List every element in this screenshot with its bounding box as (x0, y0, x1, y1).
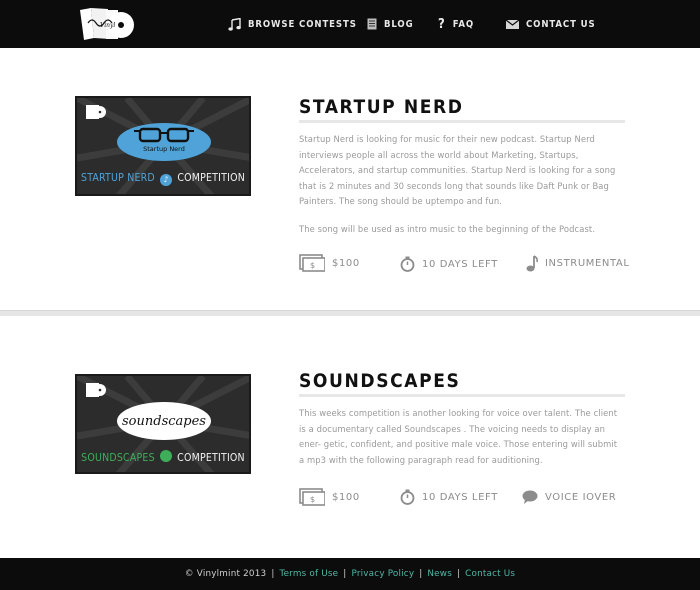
footer-link-news[interactable]: News (427, 569, 452, 579)
stopwatch-icon (400, 489, 415, 505)
time-left-text: 10 DAYS LEFT (422, 258, 498, 270)
contest-title[interactable]: SOUNDSCAPES (299, 370, 460, 392)
contest-thumbnail-caption: STARTUP NERD ♪ COMPETITION (77, 172, 249, 186)
document-icon (367, 18, 377, 30)
footer-separator: | (271, 569, 275, 579)
music-note-icon (228, 17, 241, 31)
title-underline (299, 120, 625, 123)
svg-text:$: $ (310, 261, 316, 270)
question-icon: ? (438, 16, 446, 32)
prize-amount: $100 (332, 257, 360, 269)
svg-text:Vinyl: Vinyl (100, 22, 115, 29)
footer-separator: | (456, 569, 461, 579)
money-bill-icon: $ (299, 488, 325, 506)
speech-bubble-circle-icon (159, 450, 172, 462)
caption-name: SOUNDSCAPES (81, 452, 155, 464)
prize-meta: $ $100 (299, 254, 360, 272)
category-meta: VOICE IOVER (522, 490, 616, 505)
description-paragraph: This weeks competition is another lookin… (299, 408, 618, 465)
title-underline (299, 394, 625, 397)
caption-competition: COMPETITION (177, 172, 245, 184)
contest-description: This weeks competition is another lookin… (299, 406, 625, 468)
contest-logo-oval: soundscapes (117, 402, 211, 440)
music-note-icon (526, 255, 538, 272)
copyright-text: © Vinylmint 2013 (184, 569, 267, 579)
category-meta: INSTRUMENTAL (526, 255, 630, 272)
top-navigation-bar: Vinyl BROWSE CONTESTS BLOG ? FAQ CONTACT… (0, 0, 700, 48)
nav-faq-label: FAQ (452, 18, 475, 30)
stopwatch-icon (400, 256, 415, 272)
contest-logo-oval: Startup Nerd (117, 123, 211, 161)
prize-amount: $100 (332, 491, 360, 503)
nav-faq[interactable]: ? FAQ (438, 0, 474, 48)
footer-separator: | (419, 569, 423, 579)
envelope-icon (506, 19, 519, 29)
vinylmint-mini-logo (86, 383, 106, 397)
contest-card: Startup Nerd STARTUP NERD ♪ COMPETITION … (0, 48, 700, 310)
nav-browse-contests-label: BROWSE CONTESTS (248, 18, 357, 30)
speech-bubble-icon (522, 490, 538, 504)
prize-meta: $ $100 (299, 488, 360, 506)
contest-thumbnail-caption: SOUNDSCAPES COMPETITION (77, 450, 249, 464)
contest-thumbnail[interactable]: soundscapes SOUNDSCAPES COMPETITION (75, 374, 251, 474)
category-text: INSTRUMENTAL (545, 258, 630, 269)
svg-text:$: $ (310, 495, 316, 504)
contest-thumbnail[interactable]: Startup Nerd STARTUP NERD ♪ COMPETITION (75, 96, 251, 196)
vinylmint-mini-logo (86, 105, 106, 119)
footer-separator: | (343, 569, 347, 579)
contest-title[interactable]: STARTUP NERD (299, 96, 464, 118)
music-note-circle-icon: ♪ (160, 174, 173, 186)
time-left-meta: 10 DAYS LEFT (400, 489, 498, 505)
caption-name: STARTUP NERD (81, 172, 155, 184)
contest-logo-text: soundscapes (122, 413, 206, 429)
time-left-meta: 10 DAYS LEFT (400, 256, 498, 272)
description-paragraph: The song will be used as intro music to … (299, 223, 596, 234)
footer-link-terms[interactable]: Terms of Use (279, 569, 338, 579)
footer: © Vinylmint 2013 | Terms of Use | Privac… (0, 558, 700, 590)
contest-description: Startup Nerd is looking for music for th… (299, 132, 625, 238)
nav-contact-us-label: CONTACT US (526, 18, 596, 30)
contest-card: soundscapes SOUNDSCAPES COMPETITION SOUN… (0, 316, 700, 558)
description-paragraph: Startup Nerd is looking for music for th… (299, 134, 616, 207)
contest-logo-text: Startup Nerd (143, 145, 185, 153)
nav-blog-label: BLOG (384, 18, 414, 30)
nav-contact-us[interactable]: CONTACT US (506, 0, 596, 48)
money-bill-icon: $ (299, 254, 325, 272)
vinylmint-logo[interactable]: Vinyl (78, 6, 136, 42)
caption-competition: COMPETITION (177, 452, 245, 464)
nav-browse-contests[interactable]: BROWSE CONTESTS (228, 0, 357, 48)
category-text: VOICE IOVER (545, 492, 617, 503)
nav-blog[interactable]: BLOG (367, 0, 414, 48)
time-left-text: 10 DAYS LEFT (422, 491, 498, 503)
footer-link-privacy[interactable]: Privacy Policy (351, 569, 414, 579)
footer-link-contact[interactable]: Contact Us (465, 569, 515, 579)
